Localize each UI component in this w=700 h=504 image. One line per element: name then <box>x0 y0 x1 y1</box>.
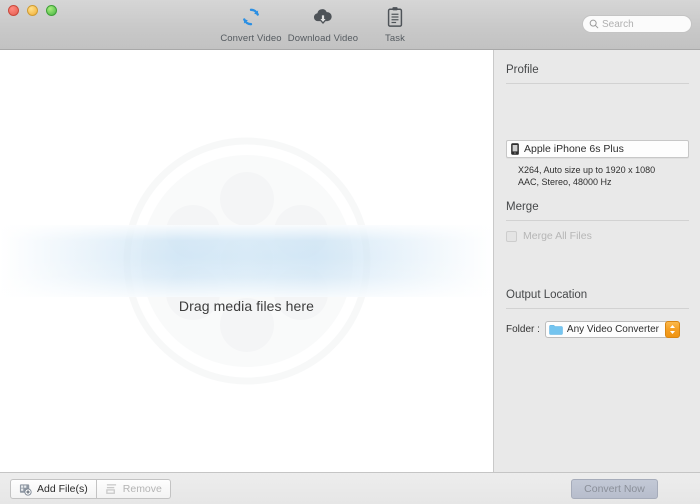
drop-highlight-band <box>0 225 493 297</box>
remove-list-icon <box>105 483 118 495</box>
remove-button[interactable]: Remove <box>96 479 171 499</box>
toolbar-items: Convert Video Download Video Task <box>216 3 430 44</box>
add-files-label: Add File(s) <box>37 483 88 495</box>
drop-zone-label: Drag media files here <box>178 298 315 314</box>
add-file-icon <box>19 483 32 496</box>
output-folder-select[interactable]: Any Video Converter <box>544 321 680 338</box>
minimize-button[interactable] <box>27 5 38 16</box>
profile-section-divider <box>506 83 689 84</box>
toolbar-item-label: Download Video <box>287 33 359 44</box>
profile-description: X264, Auto size up to 1920 x 1080 AAC, S… <box>518 165 656 187</box>
merge-all-files-row[interactable]: Merge All Files <box>506 230 592 242</box>
media-drop-area[interactable]: Drag media files here <box>0 50 493 472</box>
zoom-button[interactable] <box>46 5 57 16</box>
output-section-title: Output Location <box>506 289 588 301</box>
toolbar-item-label: Convert Video <box>220 33 282 44</box>
search-icon <box>589 19 599 29</box>
window-controls <box>8 5 57 16</box>
output-folder-label: Folder : <box>506 324 540 335</box>
toolbar-item-convert-video[interactable]: Convert Video <box>216 3 286 44</box>
profile-selected-label: Apple iPhone 6s Plus <box>524 143 624 155</box>
remove-label: Remove <box>122 483 162 495</box>
file-actions-group: Add File(s) Remove <box>10 479 171 499</box>
search-box[interactable] <box>582 15 692 33</box>
merge-section-title: Merge <box>506 201 539 213</box>
toolbar: Convert Video Download Video Task Search <box>0 0 700 50</box>
settings-sidebar: Profile Apple iPhone 6s Plus X264, Auto … <box>493 50 700 472</box>
output-section-divider <box>506 308 689 309</box>
search-input[interactable] <box>602 18 692 30</box>
toolbar-item-label: Task <box>385 33 405 44</box>
merge-all-files-checkbox[interactable] <box>506 230 517 242</box>
convert-now-button[interactable]: Convert Now <box>571 479 658 499</box>
convert-now-label: Convert Now <box>584 483 645 495</box>
add-files-button[interactable]: Add File(s) <box>10 479 97 499</box>
convert-refresh-icon <box>216 5 286 29</box>
output-folder-row: Folder : Any Video Converter <box>506 321 680 338</box>
profile-select[interactable]: Apple iPhone 6s Plus <box>506 140 689 158</box>
cloud-download-icon <box>286 5 360 29</box>
output-folder-value: Any Video Converter <box>566 324 659 335</box>
folder-icon <box>549 324 563 335</box>
app-window: Convert Video Download Video Task Search… <box>0 0 700 504</box>
merge-section-divider <box>506 220 689 221</box>
clipboard-task-icon <box>360 5 430 29</box>
toolbar-item-task[interactable]: Task <box>360 3 430 44</box>
profile-section-title: Profile <box>506 64 539 76</box>
device-phone-icon <box>511 143 519 155</box>
toolbar-item-download-video[interactable]: Download Video <box>286 3 360 44</box>
bottom-toolbar: Add File(s) Remove Convert Now wsxdn.com <box>0 472 700 504</box>
merge-all-files-label: Merge All Files <box>523 230 592 242</box>
close-button[interactable] <box>8 5 19 16</box>
stepper-up-down-icon[interactable] <box>664 321 680 338</box>
